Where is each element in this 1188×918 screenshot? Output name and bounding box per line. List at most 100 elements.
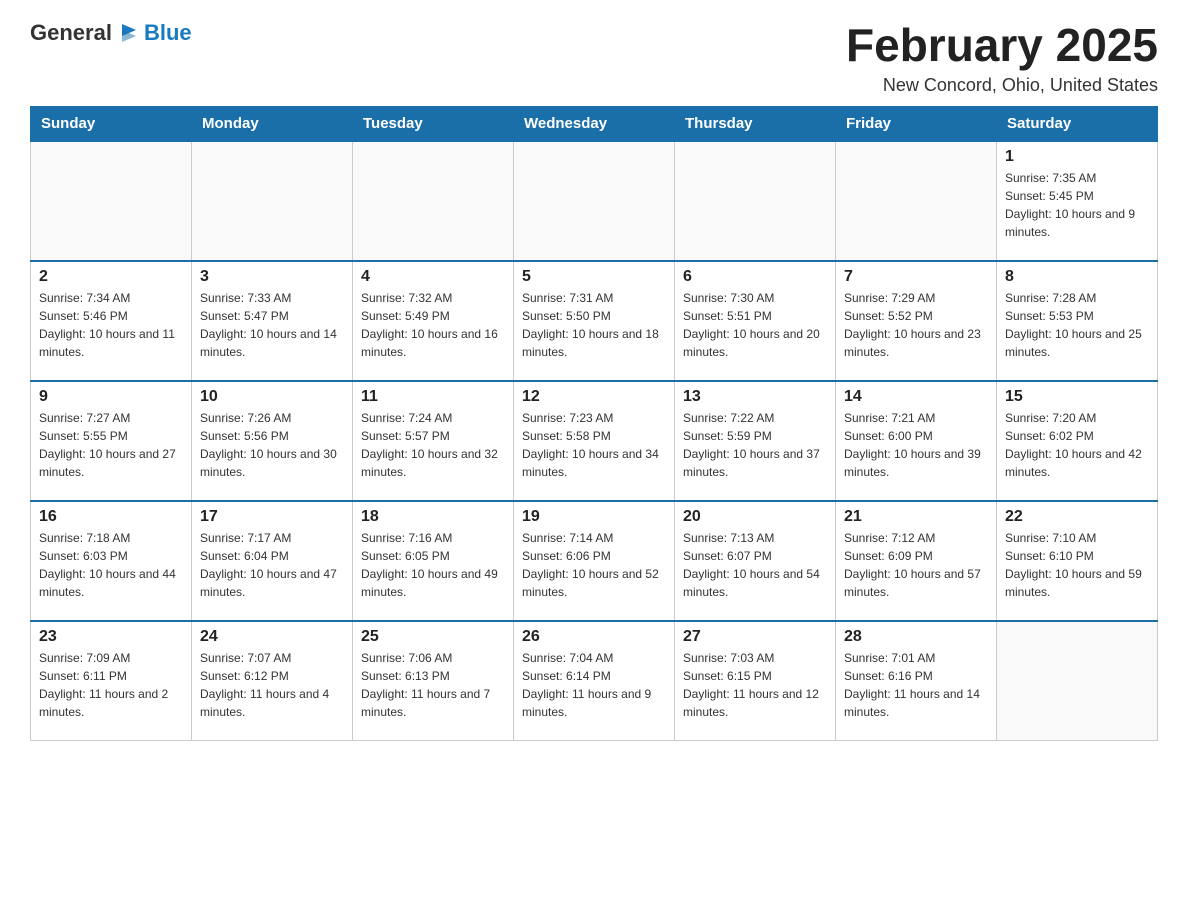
day-info: Sunrise: 7:21 AM Sunset: 6:00 PM Dayligh… <box>844 409 988 481</box>
day-number: 22 <box>1005 508 1149 526</box>
day-info: Sunrise: 7:04 AM Sunset: 6:14 PM Dayligh… <box>522 649 666 721</box>
day-number: 9 <box>39 388 183 406</box>
day-info: Sunrise: 7:12 AM Sunset: 6:09 PM Dayligh… <box>844 529 988 601</box>
day-number: 20 <box>683 508 827 526</box>
day-info: Sunrise: 7:17 AM Sunset: 6:04 PM Dayligh… <box>200 529 344 601</box>
day-number: 5 <box>522 268 666 286</box>
day-info: Sunrise: 7:35 AM Sunset: 5:45 PM Dayligh… <box>1005 169 1149 241</box>
header-thursday: Thursday <box>675 106 836 141</box>
calendar-cell: 17 Sunrise: 7:17 AM Sunset: 6:04 PM Dayli… <box>192 501 353 621</box>
day-number: 16 <box>39 508 183 526</box>
day-info: Sunrise: 7:29 AM Sunset: 5:52 PM Dayligh… <box>844 289 988 361</box>
day-info: Sunrise: 7:13 AM Sunset: 6:07 PM Dayligh… <box>683 529 827 601</box>
calendar-cell: 10 Sunrise: 7:26 AM Sunset: 5:56 PM Dayli… <box>192 381 353 501</box>
day-number: 12 <box>522 388 666 406</box>
calendar-cell: 5 Sunrise: 7:31 AM Sunset: 5:50 PM Daylig… <box>514 261 675 381</box>
day-info: Sunrise: 7:07 AM Sunset: 6:12 PM Dayligh… <box>200 649 344 721</box>
day-number: 17 <box>200 508 344 526</box>
month-title: February 2025 <box>846 20 1158 71</box>
logo: General Blue <box>30 20 192 46</box>
day-number: 27 <box>683 628 827 646</box>
day-number: 2 <box>39 268 183 286</box>
header-saturday: Saturday <box>997 106 1158 141</box>
calendar-cell: 14 Sunrise: 7:21 AM Sunset: 6:00 PM Dayli… <box>836 381 997 501</box>
calendar-cell <box>675 141 836 261</box>
page-header: General Blue February 2025 New Concord, … <box>30 20 1158 96</box>
calendar-cell: 18Sunrise: 7:16 AM Sunset: 6:05 PM Dayli… <box>353 501 514 621</box>
calendar-cell: 4 Sunrise: 7:32 AM Sunset: 5:49 PM Daylig… <box>353 261 514 381</box>
week-row-5: 23Sunrise: 7:09 AM Sunset: 6:11 PM Dayli… <box>31 621 1158 741</box>
day-number: 13 <box>683 388 827 406</box>
day-number: 7 <box>844 268 988 286</box>
day-info: Sunrise: 7:20 AM Sunset: 6:02 PM Dayligh… <box>1005 409 1149 481</box>
logo-general-text: General <box>30 20 112 46</box>
calendar-cell: 12 Sunrise: 7:23 AM Sunset: 5:58 PM Dayli… <box>514 381 675 501</box>
calendar-cell <box>353 141 514 261</box>
calendar-cell: 15 Sunrise: 7:20 AM Sunset: 6:02 PM Dayli… <box>997 381 1158 501</box>
day-info: Sunrise: 7:32 AM Sunset: 5:49 PM Dayligh… <box>361 289 505 361</box>
week-row-3: 9 Sunrise: 7:27 AM Sunset: 5:55 PM Daylig… <box>31 381 1158 501</box>
calendar-cell: 9 Sunrise: 7:27 AM Sunset: 5:55 PM Daylig… <box>31 381 192 501</box>
day-info: Sunrise: 7:31 AM Sunset: 5:50 PM Dayligh… <box>522 289 666 361</box>
day-number: 26 <box>522 628 666 646</box>
calendar-table: SundayMondayTuesdayWednesdayThursdayFrid… <box>30 106 1158 742</box>
header-monday: Monday <box>192 106 353 141</box>
calendar-cell <box>997 621 1158 741</box>
day-info: Sunrise: 7:27 AM Sunset: 5:55 PM Dayligh… <box>39 409 183 481</box>
week-row-4: 16 Sunrise: 7:18 AM Sunset: 6:03 PM Dayli… <box>31 501 1158 621</box>
calendar-cell: 3 Sunrise: 7:33 AM Sunset: 5:47 PM Daylig… <box>192 261 353 381</box>
day-info: Sunrise: 7:06 AM Sunset: 6:13 PM Dayligh… <box>361 649 505 721</box>
day-number: 19 <box>522 508 666 526</box>
logo-blue-text: Blue <box>144 20 192 46</box>
day-info: Sunrise: 7:10 AM Sunset: 6:10 PM Dayligh… <box>1005 529 1149 601</box>
header-friday: Friday <box>836 106 997 141</box>
calendar-cell: 7 Sunrise: 7:29 AM Sunset: 5:52 PM Daylig… <box>836 261 997 381</box>
header-tuesday: Tuesday <box>353 106 514 141</box>
day-info: Sunrise: 7:22 AM Sunset: 5:59 PM Dayligh… <box>683 409 827 481</box>
logo-flag-icon <box>118 22 140 44</box>
calendar-cell: 8 Sunrise: 7:28 AM Sunset: 5:53 PM Daylig… <box>997 261 1158 381</box>
calendar-cell: 27Sunrise: 7:03 AM Sunset: 6:15 PM Dayli… <box>675 621 836 741</box>
day-info: Sunrise: 7:24 AM Sunset: 5:57 PM Dayligh… <box>361 409 505 481</box>
calendar-cell: 28Sunrise: 7:01 AM Sunset: 6:16 PM Dayli… <box>836 621 997 741</box>
day-number: 24 <box>200 628 344 646</box>
calendar-cell <box>31 141 192 261</box>
day-number: 3 <box>200 268 344 286</box>
calendar-cell: 25 Sunrise: 7:06 AM Sunset: 6:13 PM Dayli… <box>353 621 514 741</box>
calendar-header-row: SundayMondayTuesdayWednesdayThursdayFrid… <box>31 106 1158 141</box>
day-info: Sunrise: 7:18 AM Sunset: 6:03 PM Dayligh… <box>39 529 183 601</box>
calendar-cell: 26 Sunrise: 7:04 AM Sunset: 6:14 PM Dayli… <box>514 621 675 741</box>
header-wednesday: Wednesday <box>514 106 675 141</box>
calendar-cell <box>514 141 675 261</box>
week-row-2: 2Sunrise: 7:34 AM Sunset: 5:46 PM Daylig… <box>31 261 1158 381</box>
day-info: Sunrise: 7:01 AM Sunset: 6:16 PM Dayligh… <box>844 649 988 721</box>
calendar-cell: 6Sunrise: 7:30 AM Sunset: 5:51 PM Daylig… <box>675 261 836 381</box>
day-info: Sunrise: 7:14 AM Sunset: 6:06 PM Dayligh… <box>522 529 666 601</box>
day-number: 14 <box>844 388 988 406</box>
calendar-cell: 1 Sunrise: 7:35 AM Sunset: 5:45 PM Daylig… <box>997 141 1158 261</box>
day-number: 10 <box>200 388 344 406</box>
week-row-1: 1 Sunrise: 7:35 AM Sunset: 5:45 PM Daylig… <box>31 141 1158 261</box>
day-number: 6 <box>683 268 827 286</box>
day-number: 8 <box>1005 268 1149 286</box>
day-info: Sunrise: 7:33 AM Sunset: 5:47 PM Dayligh… <box>200 289 344 361</box>
day-number: 15 <box>1005 388 1149 406</box>
day-number: 4 <box>361 268 505 286</box>
calendar-cell <box>836 141 997 261</box>
calendar-cell: 20 Sunrise: 7:13 AM Sunset: 6:07 PM Dayli… <box>675 501 836 621</box>
day-number: 23 <box>39 628 183 646</box>
day-number: 1 <box>1005 148 1149 166</box>
day-info: Sunrise: 7:16 AM Sunset: 6:05 PM Dayligh… <box>361 529 505 601</box>
calendar-cell: 16 Sunrise: 7:18 AM Sunset: 6:03 PM Dayli… <box>31 501 192 621</box>
calendar-cell: 11 Sunrise: 7:24 AM Sunset: 5:57 PM Dayli… <box>353 381 514 501</box>
calendar-cell: 24 Sunrise: 7:07 AM Sunset: 6:12 PM Dayli… <box>192 621 353 741</box>
calendar-cell: 21Sunrise: 7:12 AM Sunset: 6:09 PM Dayli… <box>836 501 997 621</box>
location-subtitle: New Concord, Ohio, United States <box>846 75 1158 96</box>
calendar-cell: 13 Sunrise: 7:22 AM Sunset: 5:59 PM Dayli… <box>675 381 836 501</box>
day-number: 11 <box>361 388 505 406</box>
day-info: Sunrise: 7:28 AM Sunset: 5:53 PM Dayligh… <box>1005 289 1149 361</box>
day-number: 25 <box>361 628 505 646</box>
day-info: Sunrise: 7:26 AM Sunset: 5:56 PM Dayligh… <box>200 409 344 481</box>
day-info: Sunrise: 7:23 AM Sunset: 5:58 PM Dayligh… <box>522 409 666 481</box>
calendar-cell: 2Sunrise: 7:34 AM Sunset: 5:46 PM Daylig… <box>31 261 192 381</box>
